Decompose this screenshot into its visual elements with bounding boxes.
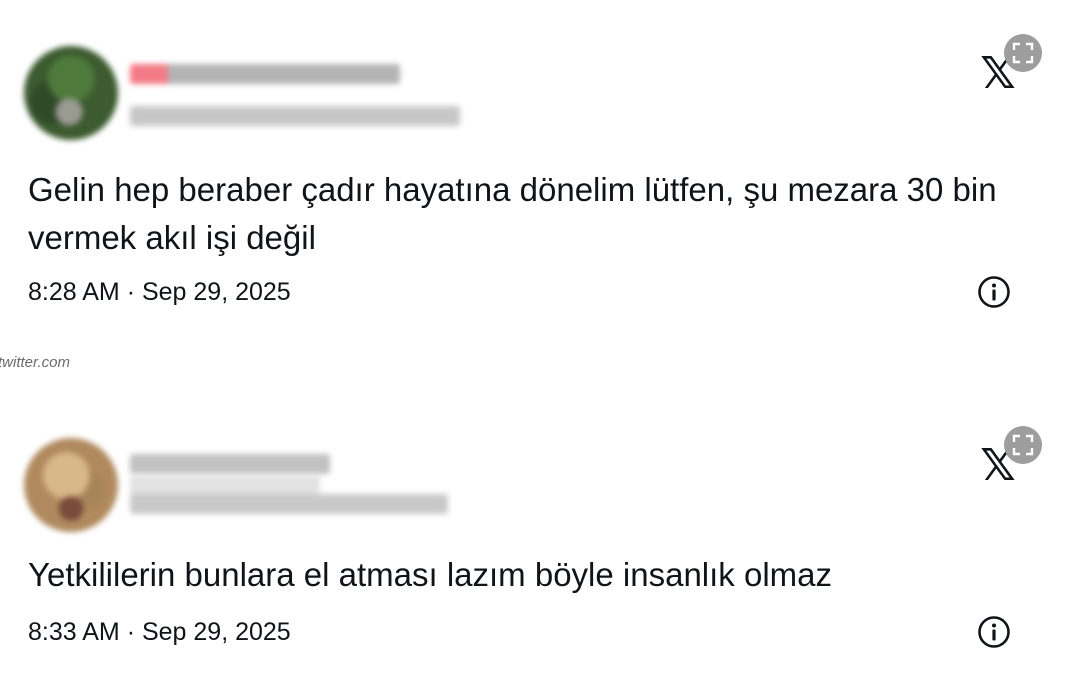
author-name-redacted (130, 454, 330, 474)
tweet-date: Sep 29, 2025 (141, 278, 291, 306)
source-label: twitter.com (0, 354, 70, 371)
info-icon[interactable] (977, 615, 1011, 649)
tweet-date: Sep 29, 2025 (141, 618, 291, 646)
meta-separator: · (126, 278, 136, 306)
tweet-text: Gelin hep beraber çadır hayatına dönelim… (28, 171, 997, 256)
author-name-redacted (130, 64, 400, 84)
tweet-time: 8:33 AM (28, 618, 120, 646)
author-handle-redacted (130, 106, 460, 126)
tweet-timestamp[interactable]: 8:33 AM · Sep 29, 2025 (28, 616, 291, 648)
author-handle-redacted (130, 494, 448, 514)
page: 𝕏 Gelin hep beraber çadır hayatına dönel… (0, 0, 1080, 675)
tweet-time: 8:28 AM (28, 278, 120, 306)
expand-icon (1012, 42, 1034, 64)
avatar[interactable] (24, 438, 118, 532)
expand-icon (1012, 434, 1034, 456)
tweet-timestamp[interactable]: 8:28 AM · Sep 29, 2025 (28, 276, 291, 308)
tweet-text: Yetkililerin bunlara el atması lazım böy… (28, 556, 832, 593)
expand-button[interactable] (1004, 426, 1042, 464)
avatar[interactable] (24, 46, 118, 140)
meta-separator: · (126, 618, 136, 646)
author-subtitle-redacted (130, 476, 320, 496)
info-icon[interactable] (977, 275, 1011, 309)
expand-button[interactable] (1004, 34, 1042, 72)
